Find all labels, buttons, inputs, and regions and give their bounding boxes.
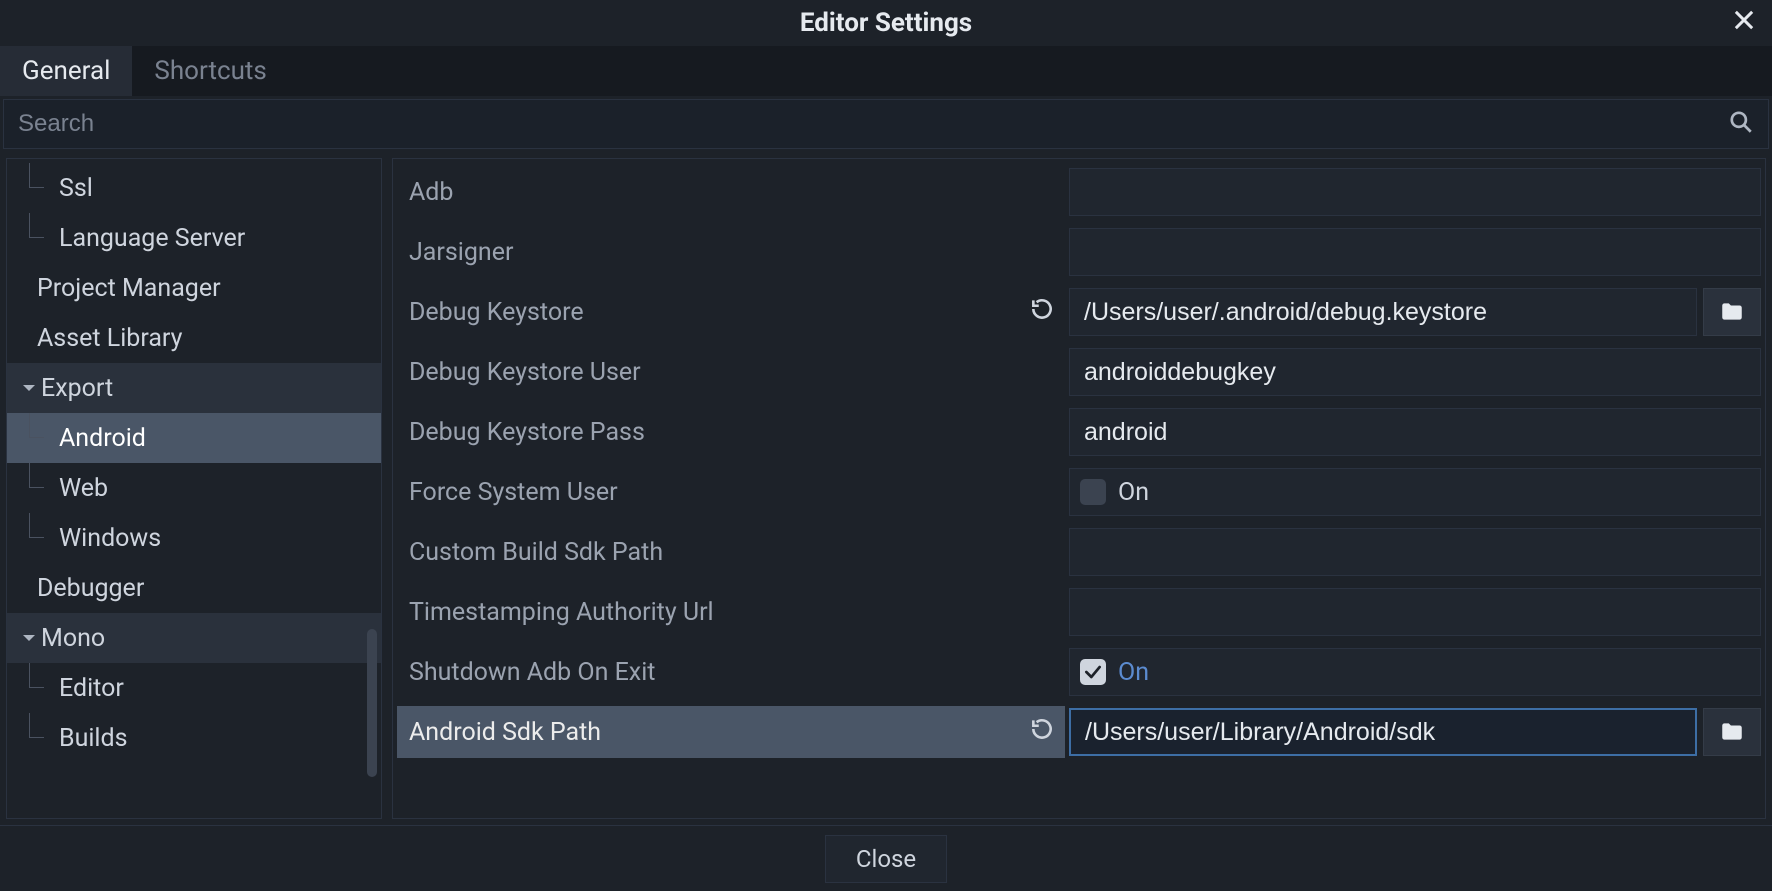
sidebar-item-windows[interactable]: Windows xyxy=(7,513,381,563)
prop-label-timestamping-authority-url: Timestamping Authority Url xyxy=(397,586,1065,638)
debug-keystore-field[interactable] xyxy=(1069,288,1697,336)
window-title: Editor Settings xyxy=(800,8,972,38)
prop-label-shutdown-adb-on-exit: Shutdown Adb On Exit xyxy=(397,646,1065,698)
tab-bar: General Shortcuts xyxy=(0,46,1772,96)
jarsigner-field[interactable] xyxy=(1069,228,1761,276)
debug-keystore-pass-field[interactable] xyxy=(1069,408,1761,456)
android-sdk-path-field[interactable] xyxy=(1069,708,1697,756)
property-panel: Adb Jarsigner Debug Keystore xyxy=(392,158,1766,819)
tab-general[interactable]: General xyxy=(0,46,132,96)
checkbox-label: On xyxy=(1118,658,1149,687)
sidebar-item-mono[interactable]: Mono xyxy=(7,613,381,663)
custom-build-sdk-path-field[interactable] xyxy=(1069,528,1761,576)
checkbox-checked-icon xyxy=(1080,659,1106,685)
search-bar xyxy=(3,99,1769,149)
checkbox-unchecked-icon xyxy=(1080,479,1106,505)
prop-label-custom-build-sdk-path: Custom Build Sdk Path xyxy=(397,526,1065,578)
prop-label-android-sdk-path: Android Sdk Path xyxy=(397,706,1065,758)
sidebar-item-ssl[interactable]: Ssl xyxy=(7,163,381,213)
sidebar-item-project-manager[interactable]: Project Manager xyxy=(7,263,381,313)
prop-label-debug-keystore: Debug Keystore xyxy=(397,286,1065,338)
sidebar-item-export[interactable]: Export xyxy=(7,363,381,413)
sidebar-item-language-server[interactable]: Language Server xyxy=(7,213,381,263)
browse-button[interactable] xyxy=(1703,708,1761,756)
sidebar-item-debugger[interactable]: Debugger xyxy=(7,563,381,613)
adb-field[interactable] xyxy=(1069,168,1761,216)
search-input[interactable] xyxy=(18,110,1728,138)
sidebar-item-builds[interactable]: Builds xyxy=(7,713,381,763)
debug-keystore-user-field[interactable] xyxy=(1069,348,1761,396)
prop-label-debug-keystore-pass: Debug Keystore Pass xyxy=(397,406,1065,458)
timestamping-authority-url-field[interactable] xyxy=(1069,588,1761,636)
sidebar-item-web[interactable]: Web xyxy=(7,463,381,513)
checkbox-label: On xyxy=(1118,478,1149,507)
reset-icon[interactable] xyxy=(1029,716,1055,749)
browse-button[interactable] xyxy=(1703,288,1761,336)
sidebar-item-android[interactable]: Android xyxy=(7,413,381,463)
prop-label-force-system-user: Force System User xyxy=(397,466,1065,518)
scrollbar-thumb[interactable] xyxy=(367,629,377,777)
prop-label-adb: Adb xyxy=(397,166,1065,218)
search-icon xyxy=(1728,109,1754,139)
chevron-down-icon xyxy=(21,380,39,396)
reset-icon[interactable] xyxy=(1029,296,1055,329)
shutdown-adb-on-exit-toggle[interactable]: On xyxy=(1069,648,1761,696)
sidebar-item-editor[interactable]: Editor xyxy=(7,663,381,713)
settings-tree: Ssl Language Server Project Manager Asse… xyxy=(6,158,382,819)
close-icon[interactable] xyxy=(1730,6,1758,38)
chevron-down-icon xyxy=(21,630,39,646)
prop-label-jarsigner: Jarsigner xyxy=(397,226,1065,278)
prop-label-debug-keystore-user: Debug Keystore User xyxy=(397,346,1065,398)
force-system-user-toggle[interactable]: On xyxy=(1069,468,1761,516)
sidebar-item-asset-library[interactable]: Asset Library xyxy=(7,313,381,363)
tab-shortcuts[interactable]: Shortcuts xyxy=(132,46,288,96)
close-button[interactable]: Close xyxy=(825,835,947,883)
